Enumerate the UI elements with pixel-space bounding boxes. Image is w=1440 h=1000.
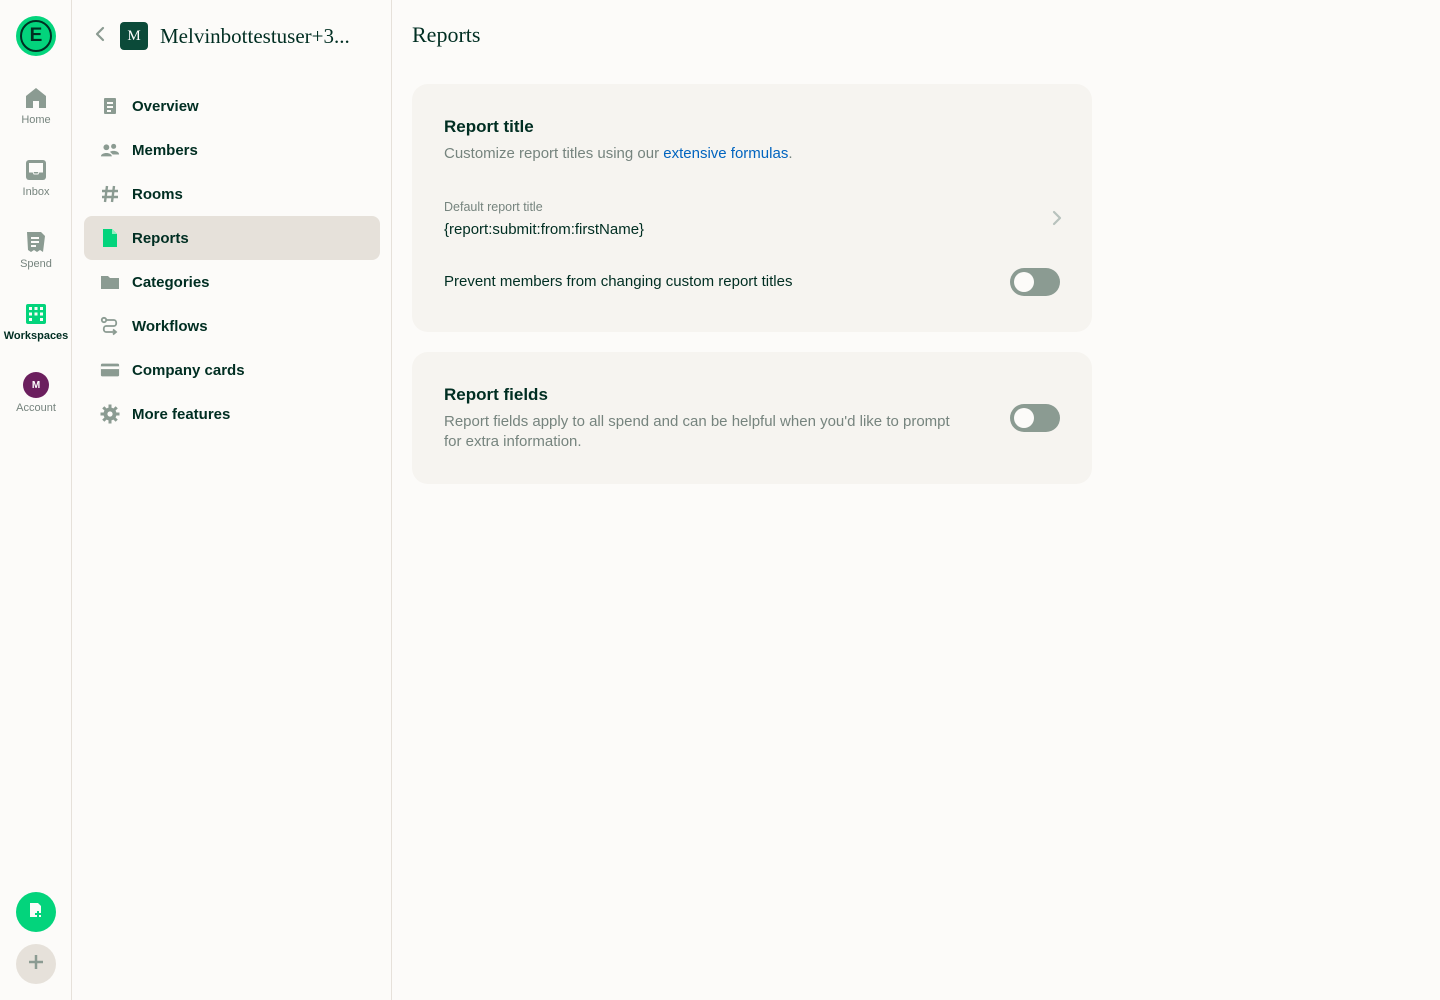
nav-inbox[interactable]: Inbox xyxy=(0,158,72,198)
desc-prefix: Customize report titles using our xyxy=(444,145,664,162)
menu-item-company-cards[interactable]: Company cards xyxy=(84,348,380,392)
menu-item-label: Rooms xyxy=(132,185,183,203)
workspace-header: M Melvinbottestuser+3... xyxy=(72,16,392,56)
inbox-icon xyxy=(24,158,48,182)
menu-item-label: Overview xyxy=(132,97,199,115)
menu-item-workflows[interactable]: Workflows xyxy=(84,304,380,348)
report-fields-description: Report fields apply to all spend and can… xyxy=(444,413,950,450)
menu-item-categories[interactable]: Categories xyxy=(84,260,380,304)
default-report-title-value: {report:submit:from:firstName} xyxy=(444,221,645,238)
default-report-title-label: Default report title xyxy=(444,200,543,214)
nav-account-label: Account xyxy=(16,402,56,414)
users-icon xyxy=(100,140,120,160)
building-icon xyxy=(24,302,48,326)
workflow-icon xyxy=(100,316,120,336)
menu-item-label: Company cards xyxy=(132,361,245,379)
prevent-custom-titles-toggle[interactable] xyxy=(1010,268,1060,296)
nav-workspaces-label: Workspaces xyxy=(3,330,69,342)
hashtag-icon xyxy=(100,184,120,204)
folder-icon xyxy=(100,272,120,292)
menu-item-label: Reports xyxy=(132,229,189,247)
menu-item-members[interactable]: Members xyxy=(84,128,380,172)
menu-item-overview[interactable]: Overview xyxy=(84,84,380,128)
report-fields-card: Report fields Report fields apply to all… xyxy=(412,352,1092,484)
default-report-title-row[interactable] xyxy=(428,188,1076,248)
receipt-plus-icon xyxy=(27,901,45,924)
nav-workspaces[interactable]: Workspaces xyxy=(0,302,72,342)
home-icon xyxy=(24,86,48,110)
toggle-knob xyxy=(1014,272,1034,292)
menu-item-more-features[interactable]: More features xyxy=(84,392,380,436)
file-icon xyxy=(100,228,120,248)
avatar: M xyxy=(23,372,49,398)
receipt-icon xyxy=(24,230,48,254)
document-icon xyxy=(100,96,120,116)
prevent-custom-titles-label: Prevent members from changing custom rep… xyxy=(444,273,793,290)
menu-item-rooms[interactable]: Rooms xyxy=(84,172,380,216)
report-title-description: Customize report titles using our extens… xyxy=(444,144,793,164)
gear-icon xyxy=(100,404,120,424)
chevron-left-icon xyxy=(94,26,106,47)
create-expense-button[interactable] xyxy=(16,892,56,932)
workspace-menu: Overview Members Rooms Reports Categorie… xyxy=(84,84,380,436)
report-fields-heading: Report fields xyxy=(444,385,548,404)
global-nav-rail: E Home Inbox Spend Workspaces M Account xyxy=(0,0,72,1000)
menu-item-reports[interactable]: Reports xyxy=(84,216,380,260)
toggle-knob xyxy=(1014,408,1034,428)
report-title-heading: Report title xyxy=(444,117,534,136)
workspace-name: Melvinbottestuser+3... xyxy=(160,23,350,48)
add-button[interactable] xyxy=(16,944,56,984)
menu-item-label: Workflows xyxy=(132,317,208,335)
nav-home-label: Home xyxy=(21,114,51,126)
workspace-sidebar: M Melvinbottestuser+3... Overview Member… xyxy=(72,0,392,1000)
menu-item-label: More features xyxy=(132,405,231,423)
menu-item-label: Members xyxy=(132,141,198,159)
report-fields-toggle[interactable] xyxy=(1010,404,1060,432)
nav-spend[interactable]: Spend xyxy=(0,230,72,270)
nav-home[interactable]: Home xyxy=(0,86,72,126)
extensive-formulas-link[interactable]: extensive formulas xyxy=(663,145,788,162)
nav-inbox-label: Inbox xyxy=(22,186,50,198)
card-icon xyxy=(100,360,120,380)
back-button[interactable] xyxy=(80,16,120,56)
page-title: Reports xyxy=(412,22,481,47)
expensify-logo[interactable]: E xyxy=(16,16,56,56)
report-title-card: Report title Customize report titles usi… xyxy=(412,84,1092,332)
chevron-right-icon xyxy=(1052,210,1062,231)
nav-spend-label: Spend xyxy=(20,258,52,270)
menu-item-label: Categories xyxy=(132,273,210,291)
desc-suffix: . xyxy=(788,145,793,162)
plus-icon xyxy=(28,954,44,975)
logo-letter: E xyxy=(20,20,52,52)
workspace-avatar: M xyxy=(120,22,148,50)
nav-account[interactable]: M Account xyxy=(0,372,72,414)
